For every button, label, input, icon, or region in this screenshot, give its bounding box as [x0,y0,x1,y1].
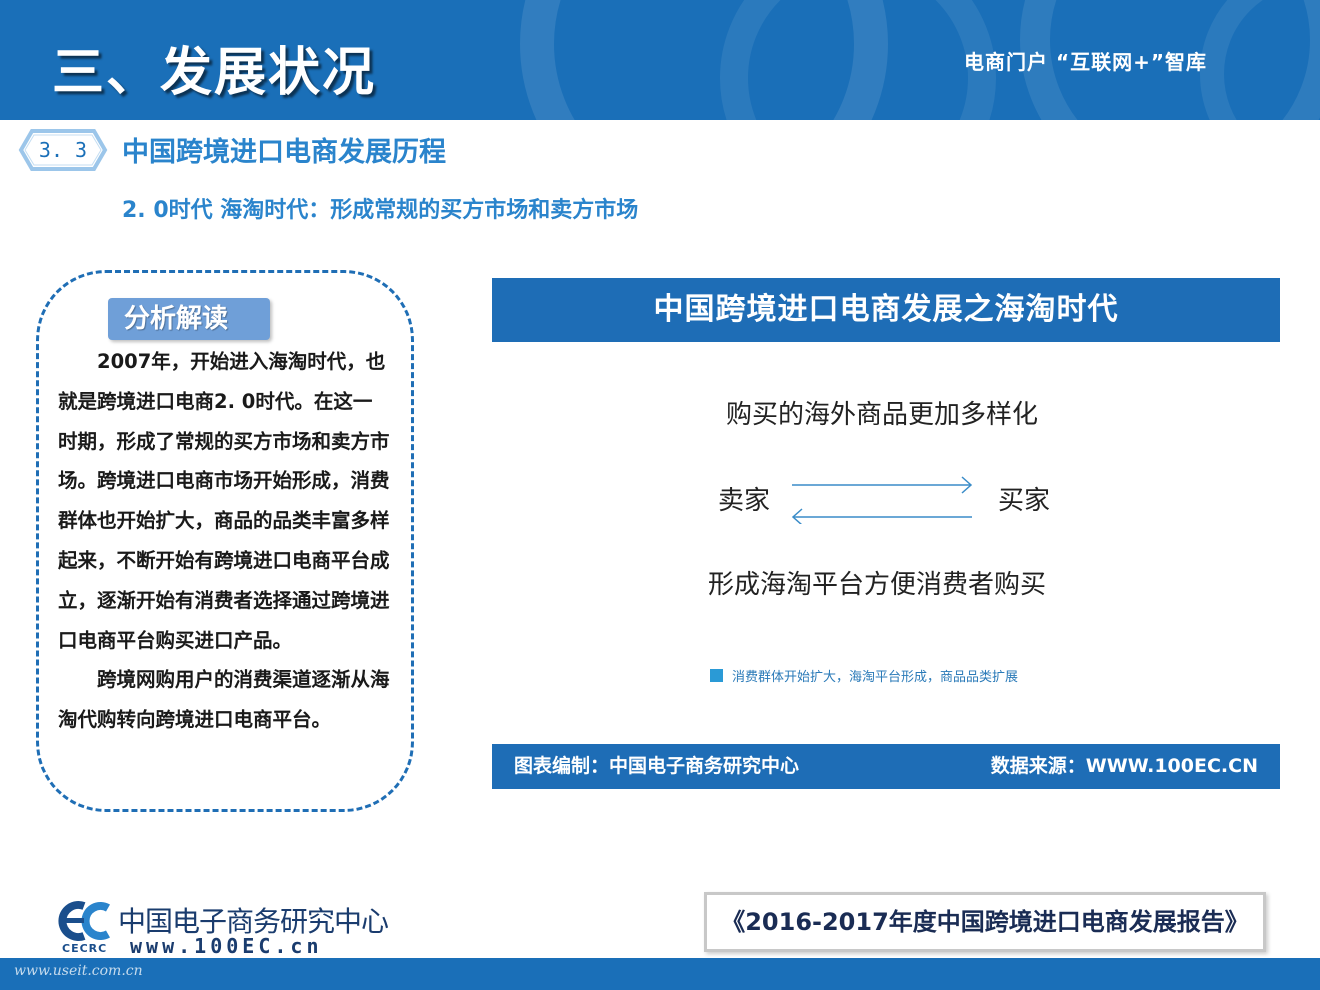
header-banner: 三、发展状况 电商门户 “互联网+”智库 [0,0,1320,120]
section-number-badge: 3. 3 [18,128,108,172]
analysis-label: 分析解读 [108,298,270,340]
swirl-decoration [1200,0,1320,120]
analysis-paragraph: 2007年，开始进入海淘时代，也就是跨境进口电商2. 0时代。在这一时期，形成了… [58,350,390,652]
panel-title-bar: 中国跨境进口电商发展之海淘时代 [492,278,1280,342]
chart-credit: 图表编制：中国电子商务研究中心 [514,755,800,777]
logo-abbreviation: CECRC [62,942,108,955]
page-title: 三、发展状况 [52,43,377,103]
cecrc-logo-icon [58,901,110,941]
analysis-text: 2007年，开始进入海淘时代，也就是跨境进口电商2. 0时代。在这一时期，形成了… [58,342,390,740]
swirl-decoration [720,0,996,120]
header-tagline: 电商门户 “互联网+”智库 [964,50,1208,74]
section-subtitle: 2. 0时代 海淘时代：形成常规的买方市场和卖方市场 [122,198,639,223]
report-title-box: 《2016-2017年度中国跨境进口电商发展报告》 [704,892,1266,952]
report-title: 《2016-2017年度中国跨境进口电商发展报告》 [721,908,1249,936]
diagram-bottom-text: 形成海淘平台方便消费者购买 [708,570,1047,600]
legend-text: 消费群体开始扩大，海淘平台形成，商品品类扩展 [732,670,1019,685]
panel-footer-bar: 图表编制：中国电子商务研究中心 数据来源：WWW.100EC.CN [492,744,1280,789]
logo-url: www.100EC.cn [130,934,323,958]
panel-title: 中国跨境进口电商发展之海淘时代 [653,292,1119,327]
diagram-top-text: 购买的海外商品更加多样化 [726,400,1039,430]
watermark: www.useit.com.cn [14,963,143,979]
section-title: 中国跨境进口电商发展历程 [122,137,446,168]
analysis-paragraph: 跨境网购用户的消费渠道逐渐从海淘代购转向跨境进口电商平台。 [58,668,390,732]
data-source: 数据来源：WWW.100EC.CN [990,755,1258,777]
seller-label: 卖家 [718,486,771,516]
buyer-label: 买家 [998,486,1051,516]
exchange-arrows-icon [791,476,973,524]
section-number: 3. 3 [38,138,88,162]
analysis-label-text: 分析解读 [124,304,229,334]
bottom-band: www.useit.com.cn [0,958,1320,990]
legend-swatch [710,669,723,682]
